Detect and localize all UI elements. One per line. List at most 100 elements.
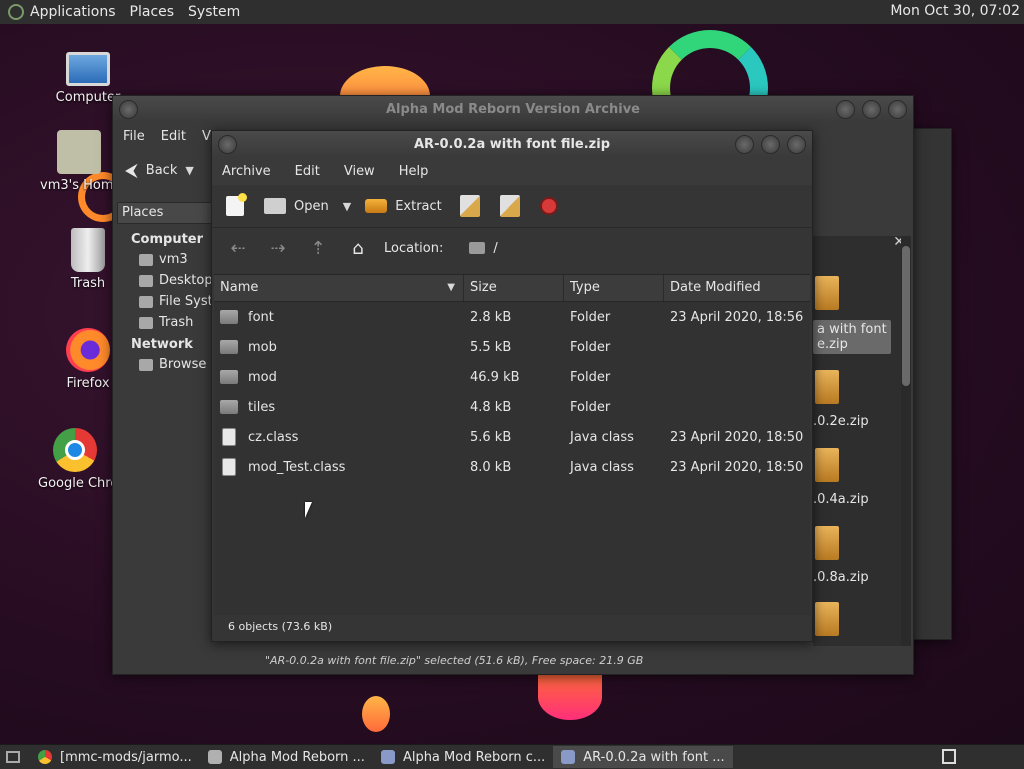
cell-size: 4.8 kB bbox=[470, 399, 512, 415]
file-name: tiles bbox=[248, 399, 276, 415]
up-arrow-icon[interactable]: ⇡ bbox=[304, 238, 332, 259]
menu-system[interactable]: System bbox=[188, 4, 240, 20]
back-arrow-icon[interactable]: ⇠ bbox=[224, 238, 252, 259]
sidebar-item-browse-network[interactable]: Browse Network bbox=[113, 354, 213, 375]
scrollbar-thumb[interactable] bbox=[902, 246, 910, 386]
column-header-name[interactable]: Name ▼ bbox=[214, 275, 464, 301]
table-row[interactable]: mod_Test.class 8.0 kB Java class 23 April 2… bbox=[214, 452, 810, 482]
mouse-pointer-icon bbox=[305, 502, 312, 518]
table-row[interactable]: mod 46.9 kB Folder bbox=[214, 362, 810, 392]
file-label[interactable]: .0.4a.zip bbox=[813, 492, 869, 507]
new-archive-button[interactable] bbox=[226, 193, 247, 216]
folder-icon bbox=[220, 340, 238, 354]
places-selector[interactable]: Places bbox=[117, 202, 219, 224]
minimize-button[interactable] bbox=[735, 135, 754, 154]
forward-arrow-icon[interactable]: ⇢ bbox=[264, 238, 292, 259]
workspace-switcher-icon[interactable] bbox=[942, 749, 956, 764]
location-path-text: / bbox=[493, 240, 498, 256]
back-arrow-icon: ⮜ bbox=[125, 159, 138, 181]
java-class-file-icon bbox=[222, 428, 236, 446]
sidebar-item-trash[interactable]: Trash bbox=[113, 312, 213, 333]
sidebar-item-label: vm3 bbox=[159, 252, 188, 267]
file-name: mob bbox=[248, 339, 277, 355]
menu-help[interactable]: Help bbox=[399, 164, 429, 179]
show-desktop-icon[interactable] bbox=[6, 751, 20, 763]
location-path[interactable]: / bbox=[469, 240, 498, 256]
menu-edit[interactable]: Edit bbox=[161, 129, 186, 144]
desktop-icon-label: Computer bbox=[55, 90, 121, 105]
taskbar-item[interactable]: Alpha Mod Reborn ... bbox=[200, 746, 373, 768]
sidebar-item-label: Trash bbox=[159, 315, 194, 330]
clock[interactable]: Mon Oct 30, 07:02 bbox=[890, 3, 1020, 19]
cell-type: Folder bbox=[570, 369, 611, 385]
maximize-button[interactable] bbox=[761, 135, 780, 154]
extract-icon bbox=[365, 199, 388, 213]
menu-places[interactable]: Places bbox=[130, 4, 175, 20]
vertical-scrollbar[interactable] bbox=[901, 236, 911, 646]
menu-edit[interactable]: Edit bbox=[295, 164, 320, 179]
add-files-button[interactable] bbox=[459, 195, 480, 217]
chevron-down-icon[interactable]: ▼ bbox=[343, 200, 351, 213]
minimize-button[interactable] bbox=[836, 100, 855, 119]
column-header-size[interactable]: Size bbox=[464, 275, 564, 301]
file-name: font bbox=[248, 309, 274, 325]
sidebar-item-vm3[interactable]: vm3 bbox=[113, 249, 213, 270]
cell-date: 23 April 2020, 18:50 bbox=[670, 459, 804, 475]
file-label-selected[interactable]: a with font e.zip bbox=[813, 320, 891, 354]
column-header-date[interactable]: Date Modified bbox=[664, 275, 810, 301]
table-row[interactable]: cz.class 5.6 kB Java class 23 April 2020, 1… bbox=[214, 422, 810, 452]
archive-file-list: Name ▼ Size Type Date Modified font 2.8 kB… bbox=[214, 274, 810, 615]
cell-type: Java class bbox=[570, 429, 634, 445]
chevron-down-icon[interactable]: ▼ bbox=[185, 164, 193, 177]
sidebar-item-desktop[interactable]: Desktop bbox=[113, 270, 213, 291]
zip-file-icon[interactable] bbox=[815, 526, 839, 560]
window-menu-icon[interactable] bbox=[119, 100, 138, 119]
archive-manager-icon bbox=[380, 750, 395, 764]
table-row[interactable]: mob 5.5 kB Folder bbox=[214, 332, 810, 362]
file-browser-titlebar[interactable]: Alpha Mod Reborn Version Archive bbox=[113, 96, 913, 122]
file-list-rows: font 2.8 kB Folder 23 April 2020, 18:56 mob 5… bbox=[214, 302, 810, 482]
file-label[interactable]: .0.2e.zip bbox=[813, 414, 869, 429]
distro-logo-icon[interactable] bbox=[8, 4, 24, 20]
menu-view[interactable]: View bbox=[344, 164, 375, 179]
menu-archive[interactable]: Archive bbox=[222, 164, 271, 179]
taskbar-item[interactable]: AR-0.0.2a with font ... bbox=[553, 746, 733, 768]
zip-file-icon[interactable] bbox=[815, 602, 839, 636]
wallpaper-dot bbox=[362, 696, 390, 732]
file-label[interactable]: .0.8a.zip bbox=[813, 570, 869, 585]
cell-type: Folder bbox=[570, 399, 611, 415]
archive-statusbar: 6 objects (73.6 kB) bbox=[228, 620, 333, 633]
computer-icon bbox=[66, 52, 110, 86]
zip-file-icon[interactable] bbox=[815, 276, 839, 310]
menu-applications[interactable]: Applications bbox=[30, 4, 116, 20]
maximize-button[interactable] bbox=[862, 100, 881, 119]
cell-name: mob bbox=[214, 340, 464, 355]
table-row[interactable]: tiles 4.8 kB Folder bbox=[214, 392, 810, 422]
extract-button[interactable]: Extract bbox=[365, 199, 442, 214]
menu-view[interactable]: V bbox=[202, 129, 211, 144]
menu-file[interactable]: File bbox=[123, 129, 145, 144]
add-folder-button[interactable] bbox=[499, 195, 520, 217]
open-button[interactable]: Open bbox=[264, 198, 329, 214]
table-row[interactable]: font 2.8 kB Folder 23 April 2020, 18:56 bbox=[214, 302, 810, 332]
close-button[interactable] bbox=[787, 135, 806, 154]
sidebar-item-filesystem[interactable]: File System bbox=[113, 291, 213, 312]
cell-date: 23 April 2020, 18:56 bbox=[670, 309, 804, 325]
archive-manager-titlebar[interactable]: AR-0.0.2a with font file.zip bbox=[212, 131, 812, 157]
cell-size: 8.0 kB bbox=[470, 459, 512, 475]
desktop-icon-label: Trash bbox=[70, 276, 106, 291]
taskbar-item[interactable]: [mmc-mods/jarmo... bbox=[30, 746, 200, 768]
desktop-icon-home[interactable]: vm3's Home bbox=[40, 130, 118, 193]
stop-icon bbox=[539, 197, 558, 215]
zip-file-icon[interactable] bbox=[815, 448, 839, 482]
close-button[interactable] bbox=[888, 100, 907, 119]
column-header-type[interactable]: Type bbox=[564, 275, 664, 301]
desktop-icon-chrome[interactable]: Google Chrome bbox=[38, 428, 112, 491]
window-menu-icon[interactable] bbox=[218, 135, 237, 154]
home-icon[interactable]: ⌂ bbox=[344, 238, 372, 259]
back-button[interactable]: ⮜ Back ▼ bbox=[125, 160, 194, 181]
stop-button[interactable] bbox=[539, 197, 558, 215]
new-archive-icon bbox=[226, 193, 247, 216]
zip-file-icon[interactable] bbox=[815, 370, 839, 404]
taskbar-item[interactable]: Alpha Mod Reborn c... bbox=[373, 746, 553, 768]
